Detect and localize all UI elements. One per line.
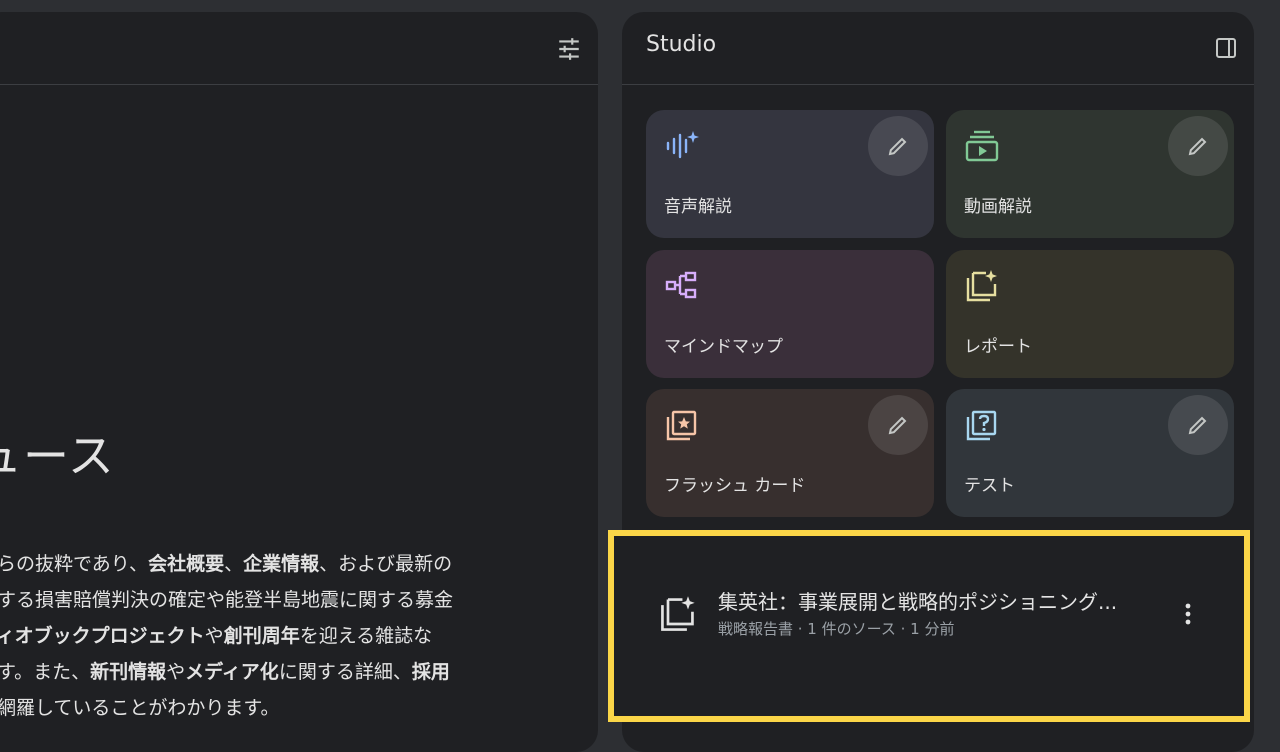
quiz-edit-button[interactable] [1168, 395, 1228, 455]
source-heading: ュース [0, 429, 115, 483]
quiz-label: テスト [964, 476, 1015, 496]
note-more-button[interactable] [1176, 600, 1200, 628]
summary-line: を網羅していることがわかります。 [0, 690, 518, 726]
pencil-icon [888, 416, 907, 435]
mind-map-tile[interactable]: マインドマップ [646, 250, 934, 378]
tune-icon [559, 38, 579, 60]
report-icon [658, 594, 698, 634]
flashcards-icon [664, 407, 700, 443]
collapse-panel-button[interactable] [1214, 36, 1238, 60]
summary-line: 対する損害賠償判決の確定や能登半島地震に関する募金 [0, 582, 518, 618]
studio-title: Studio [646, 32, 717, 57]
note-title: 集英社：事業展開と戦略的ポジショニング... [718, 590, 1118, 614]
chat-settings-button[interactable] [556, 36, 582, 62]
video-overview-tile[interactable]: 動画解説 [946, 110, 1234, 238]
report-tile[interactable]: レポート [946, 250, 1234, 378]
summary-text: や [204, 625, 224, 647]
side-panel-icon [1216, 38, 1236, 58]
summary-text: ます。また、 [0, 661, 91, 683]
summary-text: からの抜粋であり、 [0, 553, 149, 575]
flashcards-tile[interactable]: フラッシュ カード [646, 389, 934, 517]
summary-keyword: 採用 [411, 661, 450, 683]
summary-keyword: 新刊情報 [90, 661, 167, 683]
summary-text: を網羅していることがわかります。 [0, 697, 280, 719]
mind-map-label: マインドマップ [664, 337, 783, 357]
generated-note-item[interactable]: 集英社：事業展開と戦略的ポジショニング... 戦略報告書 · 1 件のソース ·… [608, 530, 1250, 722]
chat-topbar [0, 12, 598, 85]
pencil-icon [1188, 416, 1207, 435]
summary-line: からの抜粋であり、会社概要、企業情報、および最新の [0, 546, 518, 582]
summary-text: 、 [224, 553, 244, 575]
summary-line: ディオブックプロジェクトや創刊周年を迎える雑誌な [0, 618, 518, 654]
flashcards-edit-button[interactable] [868, 395, 928, 455]
chat-panel: ュース からの抜粋であり、会社概要、企業情報、および最新の対する損害賠償判決の確… [0, 12, 598, 752]
summary-text: 対する損害賠償判決の確定や能登半島地震に関する募金 [0, 589, 454, 611]
report-icon [964, 268, 1000, 304]
summary-text: や [166, 661, 186, 683]
video-overview-icon [964, 128, 1000, 164]
quiz-tile[interactable]: テスト [946, 389, 1234, 517]
pencil-icon [888, 137, 907, 156]
quiz-icon [964, 407, 1000, 443]
summary-text: 、および最新の [319, 553, 453, 575]
mind-map-icon [664, 268, 700, 304]
audio-overview-label: 音声解説 [664, 197, 732, 217]
summary-text: を迎える雑誌な [299, 625, 433, 647]
summary-keyword: メディア化 [185, 661, 279, 683]
flashcards-label: フラッシュ カード [664, 476, 806, 496]
summary-line: ます。また、新刊情報やメディア化に関する詳細、採用 [0, 654, 518, 690]
studio-header: Studio [622, 12, 1254, 85]
audio-overview-icon [664, 128, 700, 164]
pencil-icon [1188, 137, 1207, 156]
note-meta: 戦略報告書 · 1 件のソース · 1 分前 [718, 620, 955, 638]
audio-overview-tile[interactable]: 音声解説 [646, 110, 934, 238]
report-label: レポート [964, 337, 1032, 357]
summary-keyword: 企業情報 [243, 553, 320, 575]
summary-keyword: ディオブックプロジェクト [0, 625, 205, 647]
video-edit-button[interactable] [1168, 116, 1228, 176]
video-overview-label: 動画解説 [964, 197, 1032, 217]
summary-keyword: 会社概要 [148, 553, 225, 575]
more-vert-icon [1185, 603, 1191, 625]
summary-text: に関する詳細、 [278, 661, 412, 683]
source-summary: からの抜粋であり、会社概要、企業情報、および最新の対する損害賠償判決の確定や能登… [0, 546, 518, 726]
audio-edit-button[interactable] [868, 116, 928, 176]
summary-keyword: 創刊周年 [223, 625, 300, 647]
